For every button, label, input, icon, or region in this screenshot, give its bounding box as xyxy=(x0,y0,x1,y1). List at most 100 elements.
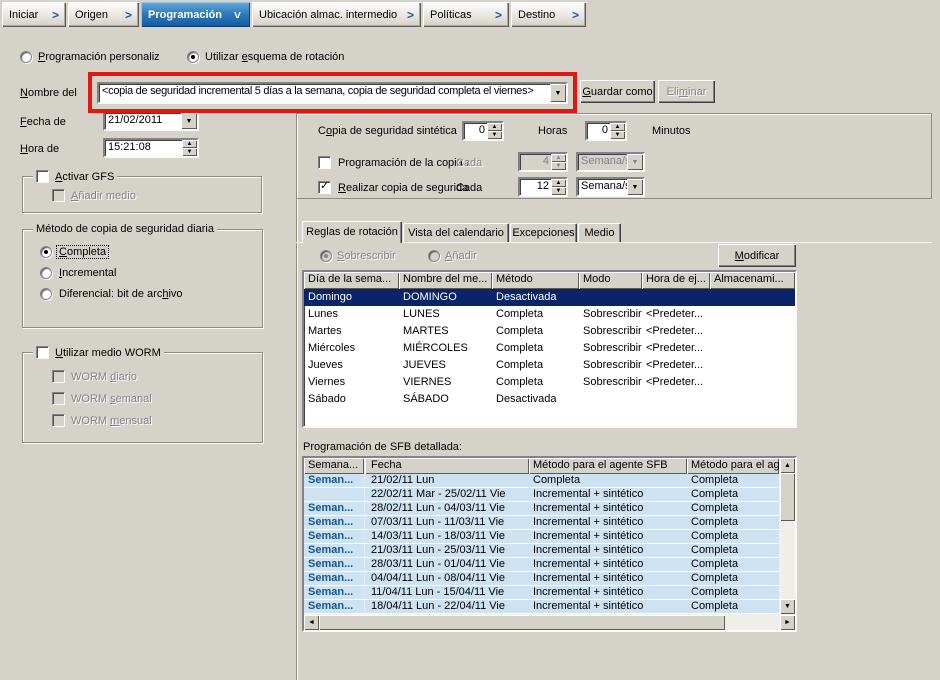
scroll-right-button[interactable]: ► xyxy=(780,615,795,630)
full-interval-spinner[interactable]: 12 ▲ ▼ xyxy=(518,177,568,197)
table-row[interactable]: Lunes LUNES Completa Sobrescribir <Prede… xyxy=(304,306,795,323)
table-row[interactable]: Viernes VIERNES Completa Sobrescribir <P… xyxy=(304,374,795,391)
worm-mensual-checkbox[interactable] xyxy=(52,414,65,427)
tab-destino[interactable]: Destino > xyxy=(511,2,586,27)
spin-up-button[interactable]: ▲ xyxy=(610,123,625,131)
scroll-up-button[interactable]: ▲ xyxy=(780,458,795,473)
anadir-medio-checkbox[interactable] xyxy=(52,189,65,202)
spin-down-button[interactable]: ▼ xyxy=(182,148,197,156)
spin-down-button[interactable]: ▼ xyxy=(551,187,566,195)
table-header-cell[interactable]: Método xyxy=(492,272,579,289)
full-backup-checkbox[interactable]: ✓ xyxy=(318,181,331,194)
tab-politicas[interactable]: Políticas > xyxy=(423,2,509,27)
table-header-cell[interactable]: Nombre del me... xyxy=(399,272,492,289)
tab-iniciar[interactable]: Iniciar > xyxy=(2,2,66,27)
tab-excepciones[interactable]: Excepciones xyxy=(510,223,577,242)
spin-down-button[interactable]: ▼ xyxy=(610,131,625,139)
table-cell: Sobrescribir xyxy=(579,374,642,391)
tab-ubicacion-almac-intermedio[interactable]: Ubicación almac. intermedio > xyxy=(252,2,421,27)
synthetic-backup-label: Copia de seguridad sintética xyxy=(318,125,457,137)
radio-completa[interactable] xyxy=(40,246,52,258)
dropdown-button[interactable]: ▼ xyxy=(550,84,566,102)
synthetic-hours-spinner[interactable]: 0 ▲ ▼ xyxy=(462,121,504,141)
start-time-spinner[interactable]: 15:21:08 ▲ ▼ xyxy=(103,138,199,158)
minutes-label: Minutos xyxy=(652,125,691,137)
table-cell: Incremental + sintético xyxy=(529,586,687,599)
chevron-down-icon: > xyxy=(230,11,244,18)
dropdown-button[interactable]: ▼ xyxy=(627,154,643,170)
table-row[interactable]: Domingo DOMINGO Desactivada xyxy=(304,289,795,306)
radio-utilizar-esquema-rotacion[interactable] xyxy=(187,51,199,63)
copy-unit-select[interactable]: Semana/s ▼ xyxy=(576,152,645,172)
tab-vista-calendario[interactable]: Vista del calendario xyxy=(403,223,509,242)
spin-down-button[interactable]: ▼ xyxy=(551,162,566,170)
spin-up-button[interactable]: ▲ xyxy=(551,154,566,162)
scheme-name-combobox[interactable]: <copia de seguridad incremental 5 días a… xyxy=(97,82,568,104)
pane-separator xyxy=(296,199,298,680)
table-cell: Seman... xyxy=(304,572,365,585)
dropdown-arrow-icon: ▼ xyxy=(186,118,193,125)
table-row[interactable]: Martes MARTES Completa Sobrescribir <Pre… xyxy=(304,323,795,340)
save-as-button[interactable]: Guardar como xyxy=(580,80,655,103)
table-header-cell[interactable]: Método para el ag xyxy=(687,458,779,474)
tab-medio[interactable]: Medio xyxy=(578,223,621,242)
copy-schedule-checkbox[interactable] xyxy=(318,156,331,169)
table-cell xyxy=(710,374,795,391)
spin-up-button[interactable]: ▲ xyxy=(551,179,566,187)
worm-diario-checkbox[interactable] xyxy=(52,370,65,383)
table-row[interactable]: Miércoles MIÉRCOLES Completa Sobrescribi… xyxy=(304,340,795,357)
tab-reglas-rotacion[interactable]: Reglas de rotación xyxy=(302,221,402,243)
table-header-cell[interactable]: Método para el agente SFB xyxy=(529,458,687,474)
scroll-left-button[interactable]: ◄ xyxy=(304,615,319,630)
table-row[interactable]: Jueves JUEVES Completa Sobrescribir <Pre… xyxy=(304,357,795,374)
radio-diferencial[interactable] xyxy=(40,288,52,300)
table-row[interactable]: Seman... 04/04/11 Lun - 08/04/11 Vie Inc… xyxy=(304,572,795,586)
table-cell: Sobrescribir xyxy=(579,340,642,357)
spin-up-button[interactable]: ▲ xyxy=(182,140,197,148)
full-unit-select[interactable]: Semana/s ▼ xyxy=(576,177,645,197)
scroll-down-button[interactable]: ▼ xyxy=(780,599,795,614)
radio-incremental[interactable] xyxy=(40,267,52,279)
modify-button[interactable]: Modificar xyxy=(718,244,796,267)
table-row[interactable]: Seman... 21/03/11 Lun - 25/03/11 Vie Inc… xyxy=(304,544,795,558)
table-row[interactable]: Seman... 14/03/11 Lun - 18/03/11 Vie Inc… xyxy=(304,530,795,544)
table-header-cell[interactable]: Día de la sema... xyxy=(304,272,399,289)
checkbox-label: Realizar copia de segurida xyxy=(338,182,468,194)
dropdown-button[interactable]: ▼ xyxy=(627,179,643,195)
tab-origen[interactable]: Origen > xyxy=(68,2,139,27)
worm-semanal-checkbox[interactable] xyxy=(52,392,65,405)
start-date-picker[interactable]: 21/02/2011 ▼ xyxy=(103,111,199,131)
table-cell: Completa xyxy=(492,340,579,357)
table-header-cell[interactable]: Modo xyxy=(579,272,642,289)
table-header-cell[interactable]: Hora de ej... xyxy=(642,272,710,289)
hours-value: 0 xyxy=(464,123,487,139)
radio-anadir[interactable] xyxy=(428,250,440,262)
activar-gfs-checkbox[interactable] xyxy=(36,170,49,183)
horizontal-scrollbar-thumb[interactable] xyxy=(319,615,725,630)
table-header-cell[interactable]: Semana... xyxy=(304,458,365,474)
dropdown-button[interactable]: ▼ xyxy=(181,113,197,129)
radio-label: Añadir xyxy=(445,250,477,262)
table-row[interactable]: Seman... 11/04/11 Lun - 15/04/11 Vie Inc… xyxy=(304,586,795,600)
copy-interval-spinner[interactable]: 4 ▲ ▼ xyxy=(518,152,568,172)
table-row[interactable]: Seman... 21/02/11 Lun Completa Completa xyxy=(304,474,795,488)
table-row[interactable]: Seman... 18/04/11 Lun - 22/04/11 Vie Inc… xyxy=(304,600,795,614)
table-header-cell[interactable]: Fecha xyxy=(365,458,529,474)
synthetic-minutes-spinner[interactable]: 0 ▲ ▼ xyxy=(585,121,627,141)
spin-down-button[interactable]: ▼ xyxy=(487,131,502,139)
spin-up-button[interactable]: ▲ xyxy=(487,123,502,131)
table-row[interactable]: Sábado SÁBADO Desactivada xyxy=(304,391,795,408)
table-cell: JUEVES xyxy=(399,357,492,374)
worm-checkbox[interactable] xyxy=(36,346,49,359)
table-cell xyxy=(642,391,710,408)
radio-sobrescribir[interactable] xyxy=(320,250,332,262)
tab-programacion[interactable]: Programación > xyxy=(141,2,250,27)
delete-button[interactable]: Eliminar xyxy=(658,80,715,103)
table-row[interactable]: Seman... 07/03/11 Lun - 11/03/11 Vie Inc… xyxy=(304,516,795,530)
vertical-scrollbar-thumb[interactable] xyxy=(780,473,795,521)
table-row[interactable]: Seman... 28/02/11 Lun - 04/03/11 Vie Inc… xyxy=(304,502,795,516)
table-row[interactable]: Seman... 28/03/11 Lun - 01/04/11 Vie Inc… xyxy=(304,558,795,572)
radio-programacion-personalizada[interactable] xyxy=(20,51,32,63)
table-row[interactable]: 22/02/11 Mar - 25/02/11 Vie Incremental … xyxy=(304,488,795,502)
table-header-cell[interactable]: Almacenami... xyxy=(710,272,795,289)
